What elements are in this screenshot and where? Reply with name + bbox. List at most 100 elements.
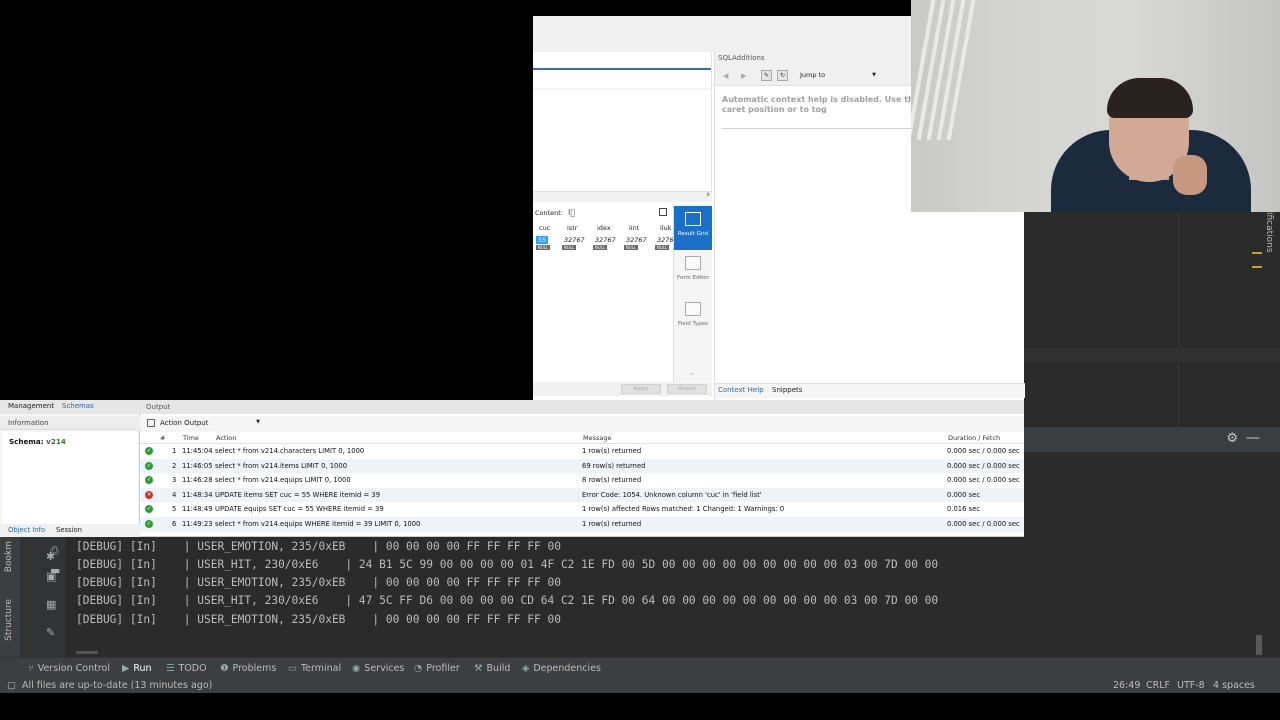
column-header[interactable]: Duration / Fetch bbox=[948, 434, 1000, 442]
editor-hscroll[interactable]: › bbox=[533, 190, 712, 202]
panel-toggle-icon[interactable] bbox=[659, 208, 667, 216]
grid-cell[interactable]: 55 bbox=[536, 236, 549, 244]
problems-icon: ❶ bbox=[220, 663, 229, 674]
tab-version-control[interactable]: ⑂ Version Control bbox=[28, 663, 110, 674]
tab-run[interactable]: ▶ Run bbox=[122, 663, 152, 674]
print-icon[interactable]: ⎙ bbox=[50, 545, 62, 557]
column-header[interactable]: iluk bbox=[660, 224, 672, 232]
column-header[interactable]: Time bbox=[183, 434, 199, 442]
tab-session[interactable]: Session bbox=[56, 526, 82, 534]
trash-icon[interactable]: ▬ bbox=[50, 565, 62, 577]
vertical-scrollbar[interactable] bbox=[1256, 635, 1262, 655]
editor-tab-underline bbox=[533, 68, 711, 70]
gear-icon[interactable]: ⚙ bbox=[1226, 431, 1238, 446]
wrap-text-icon[interactable]: I⃞ bbox=[568, 208, 575, 217]
file-encoding[interactable]: UTF-8 bbox=[1177, 680, 1205, 691]
tab-label: Services bbox=[364, 663, 405, 674]
chevron-down-icon[interactable]: ⌄ bbox=[688, 368, 696, 378]
back-arrow-icon[interactable]: ◀ bbox=[723, 72, 728, 80]
tab-terminal[interactable]: ▭ Terminal bbox=[288, 663, 341, 674]
field-types-label[interactable]: Field Types bbox=[674, 321, 712, 327]
column-header[interactable]: cuc bbox=[539, 224, 550, 232]
services-icon: ◉ bbox=[352, 663, 361, 674]
tab-management[interactable]: Management bbox=[8, 402, 54, 410]
tab-problems[interactable]: ❶ Problems bbox=[220, 663, 276, 674]
tab-object-info[interactable]: Object Info bbox=[8, 526, 45, 534]
grid-cell[interactable]: 32767 bbox=[595, 236, 616, 244]
result-grid-label: Result Grid bbox=[677, 231, 709, 237]
row-number: 2 bbox=[172, 461, 177, 470]
profiler-icon: ◔ bbox=[414, 663, 423, 674]
chevron-right-icon[interactable]: › bbox=[706, 190, 710, 200]
notifications-tool-label[interactable]: ifications bbox=[1264, 212, 1274, 253]
column-header[interactable]: istr bbox=[567, 224, 577, 232]
result-grid-button[interactable]: Result Grid bbox=[674, 206, 712, 250]
output-header: Output bbox=[140, 400, 1024, 414]
column-header[interactable]: Message bbox=[583, 434, 612, 442]
bookmarks-tool-label[interactable]: Bookm bbox=[4, 541, 14, 572]
table-row[interactable]: ✓ 3 11:46:28 select * from v214.equips L… bbox=[140, 473, 1024, 488]
tab-profiler[interactable]: ◔ Profiler bbox=[414, 663, 460, 674]
table-row[interactable]: ✓ 1 11:45:04 select * from v214.characte… bbox=[140, 444, 1024, 459]
row-number: 6 bbox=[172, 520, 177, 528]
field-types-icon[interactable] bbox=[685, 302, 701, 316]
column-header[interactable]: iint bbox=[629, 224, 639, 232]
tab-label: Version Control bbox=[37, 663, 110, 674]
tab-context-help[interactable]: Context Help bbox=[718, 386, 764, 394]
grid-cell[interactable]: 3276 bbox=[657, 236, 674, 244]
form-icon[interactable] bbox=[685, 256, 701, 270]
column-header[interactable]: Action bbox=[216, 434, 236, 442]
apply-bar: Apply Revert bbox=[533, 382, 712, 396]
tab-todo[interactable]: ☰ TODO bbox=[166, 663, 207, 674]
tab-snippets[interactable]: Snippets bbox=[772, 386, 802, 394]
null-cell[interactable]: NULL bbox=[593, 245, 607, 250]
tab-build[interactable]: ⚒ Build bbox=[474, 663, 510, 674]
row-action: select * from v214.equips WHERE itemid =… bbox=[215, 520, 421, 528]
null-cell[interactable]: NULL bbox=[624, 245, 638, 250]
sql-editor[interactable]: › bbox=[533, 52, 712, 202]
minimize-icon[interactable]: — bbox=[1246, 430, 1260, 446]
grid-cell[interactable]: 32767 bbox=[626, 236, 647, 244]
caret-position[interactable]: 26:49 bbox=[1113, 680, 1140, 691]
navigator-panel: Management Schemas Information Schema: v… bbox=[0, 400, 140, 537]
tab-dependencies[interactable]: ◈ Dependencies bbox=[522, 663, 601, 674]
structure-tool-label[interactable]: Structure bbox=[4, 599, 14, 641]
table-row[interactable]: ✓ 5 11:48:49 UPDATE equips SET cuc = 55 … bbox=[140, 502, 1024, 517]
revert-button[interactable]: Revert bbox=[667, 384, 707, 394]
row-time: 11:48:49 bbox=[182, 505, 213, 514]
horizontal-scrollbar[interactable] bbox=[76, 651, 98, 654]
warning-marker[interactable] bbox=[1252, 252, 1262, 254]
console-line: [DEBUG] [In] | USER_EMOTION, 235/0xEB | … bbox=[76, 576, 561, 589]
null-cell[interactable]: NULL bbox=[655, 245, 669, 250]
copy-icon[interactable] bbox=[147, 419, 155, 427]
form-editor-label[interactable]: Form Editor bbox=[674, 275, 712, 281]
output-type-select[interactable]: Action Output ▼ bbox=[160, 419, 260, 430]
table-row[interactable]: ✓ 6 11:49:23 select * from v214.equips W… bbox=[140, 517, 1024, 532]
tab-schemas[interactable]: Schemas bbox=[62, 402, 94, 410]
null-cell[interactable]: NULL bbox=[536, 245, 550, 250]
layout-icon[interactable]: ▦ bbox=[46, 599, 58, 611]
column-header[interactable]: idex bbox=[597, 224, 611, 232]
table-row[interactable]: ✕ 4 11:48:34 UPDATE items SET cuc = 55 W… bbox=[140, 487, 1024, 503]
hammer-icon: ⚒ bbox=[474, 663, 483, 674]
list-icon: ☰ bbox=[166, 663, 175, 674]
warning-marker[interactable] bbox=[1252, 266, 1262, 268]
forward-arrow-icon[interactable]: ▶ bbox=[741, 72, 746, 80]
status-message[interactable]: All files are up-to-date (13 minutes ago… bbox=[22, 680, 212, 691]
table-row[interactable]: ✓ 2 11:46:05 select * from v214.items LI… bbox=[140, 458, 1024, 474]
tab-services[interactable]: ◉ Services bbox=[352, 663, 404, 674]
row-duration: 0.000 sec bbox=[947, 490, 981, 499]
apply-button[interactable]: Apply bbox=[621, 384, 661, 394]
null-cell[interactable]: NULL bbox=[562, 245, 576, 250]
line-separator[interactable]: CRLF bbox=[1146, 680, 1170, 691]
auto-help-icon[interactable]: ↻ bbox=[777, 70, 788, 81]
tab-label: Dependencies bbox=[533, 663, 601, 674]
column-header[interactable]: # bbox=[160, 434, 165, 442]
indent-setting[interactable]: 4 spaces bbox=[1213, 680, 1255, 691]
status-icon[interactable]: ▢ bbox=[7, 680, 16, 691]
grid-cell[interactable]: 32767 bbox=[564, 236, 585, 244]
jump-to-dropdown[interactable]: Jump to ▼ bbox=[800, 70, 880, 81]
pin-icon[interactable]: ✎ bbox=[46, 627, 58, 639]
manual-help-icon[interactable]: ✎ bbox=[761, 70, 772, 81]
content-label: Content: bbox=[535, 209, 564, 217]
